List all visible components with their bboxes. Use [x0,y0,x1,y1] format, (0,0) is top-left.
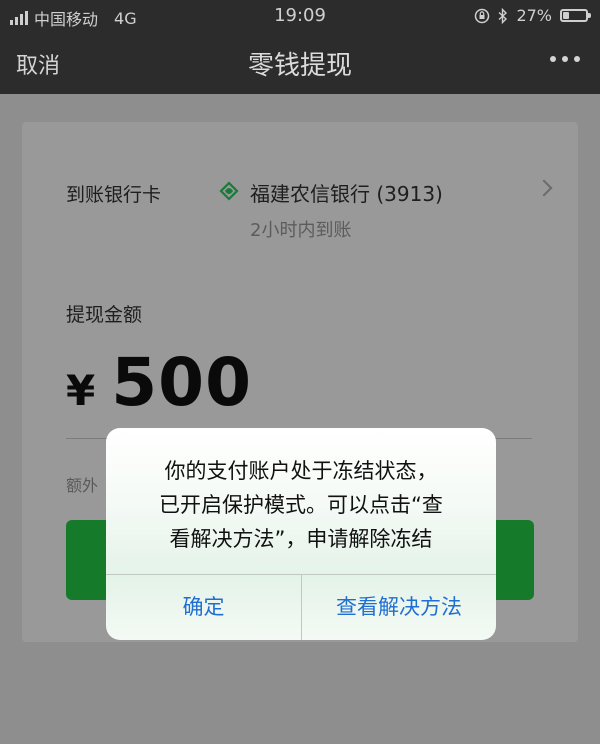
bank-logo-icon [219,181,239,201]
arrival-time: 2小时内到账 [250,220,352,241]
frozen-account-alert: 你的支付账户处于冻结状态， 已开启保护模式。可以点击“查 看解决方法”，申请解除… [106,428,496,640]
amount-value: 500 [111,344,253,421]
chevron-right-icon[interactable] [535,179,553,197]
battery-percent: 27% [516,6,552,25]
page-title: 零钱提现 [247,51,352,81]
bank-name[interactable]: 福建农信银行 (3913) [250,178,443,207]
alert-message-line: 你的支付账户处于冻结状态， [164,459,438,483]
battery-icon [560,9,591,22]
status-bar: 中国移动 4G 19:09 27% [0,0,600,32]
status-right: 27% [474,6,591,25]
bank-card-label: 到账银行卡 [66,184,162,206]
confirm-button[interactable]: 确定 [106,574,301,640]
withdraw-page: 到账银行卡 福建农信银行 (3913) 2小时内到账 提现金额 ¥ 500 额外 [0,94,600,744]
currency-symbol: ¥ [66,366,96,415]
alert-message-line: 已开启保护模式。可以点击“查 [159,493,443,517]
bluetooth-icon [498,7,508,24]
nav-bar: 取消 零钱提现 [0,32,600,94]
view-solution-button[interactable]: 查看解决方法 [302,574,496,640]
amount-label: 提现金额 [66,304,143,326]
extra-fee-text: 额外 [66,476,99,495]
alert-message: 你的支付账户处于冻结状态， 已开启保护模式。可以点击“查 看解决方法”，申请解除… [122,454,480,556]
battery-fill [563,12,569,19]
more-button[interactable] [550,56,580,62]
ellipsis-icon [550,56,580,62]
amount-input[interactable]: ¥ 500 [66,344,252,421]
alert-message-line: 看解决方法”，申请解除冻结 [169,527,433,551]
orientation-lock-icon [475,8,490,23]
